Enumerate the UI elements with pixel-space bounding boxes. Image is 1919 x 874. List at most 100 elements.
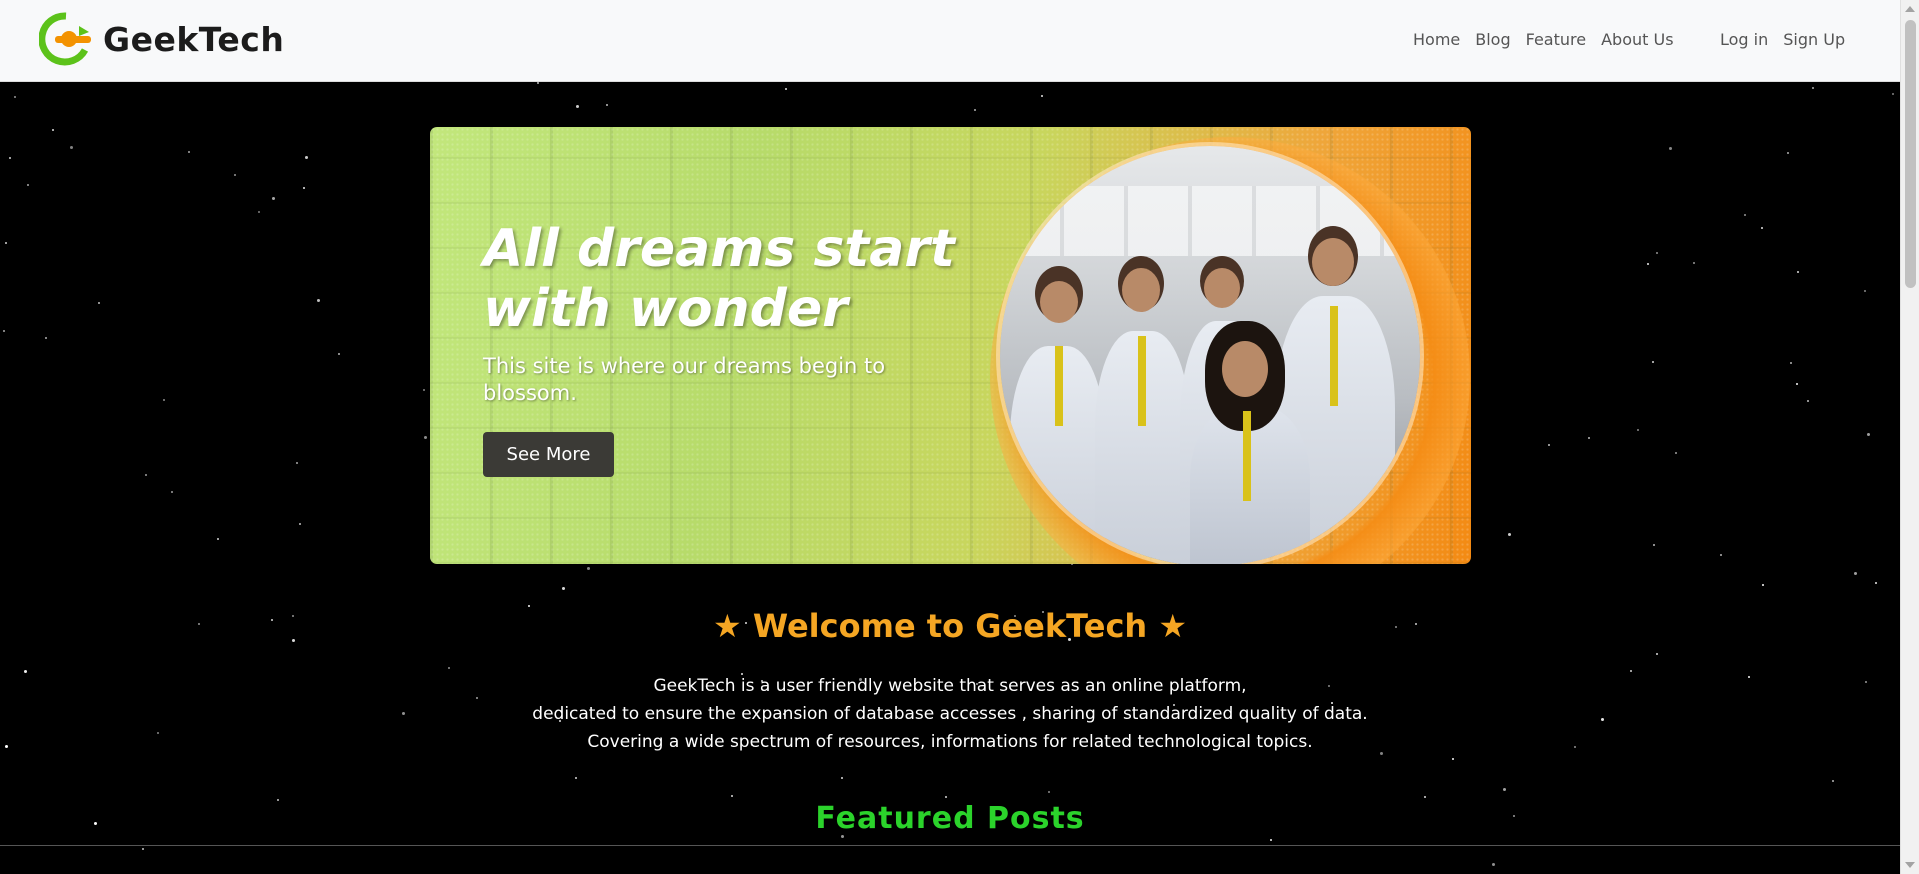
star xyxy=(1807,400,1809,402)
star xyxy=(3,330,5,332)
star xyxy=(1875,582,1877,584)
star xyxy=(1854,572,1857,575)
nav-home[interactable]: Home xyxy=(1413,30,1460,49)
nav-feature[interactable]: Feature xyxy=(1526,30,1586,49)
top-navbar: GeekTech Home Blog Feature About Us Log … xyxy=(0,0,1900,82)
star xyxy=(1812,87,1814,89)
nav-sign-up[interactable]: Sign Up xyxy=(1783,30,1845,49)
star xyxy=(5,242,7,244)
star xyxy=(537,82,539,84)
description-line: GeekTech is a user friendly website that… xyxy=(653,676,1247,696)
geektech-logo-icon xyxy=(38,12,93,66)
star xyxy=(1637,429,1639,431)
star xyxy=(145,474,147,476)
star xyxy=(1867,433,1870,436)
star xyxy=(70,146,73,149)
star xyxy=(1588,437,1590,439)
star xyxy=(1669,147,1672,150)
star xyxy=(1796,383,1798,385)
star xyxy=(1656,252,1658,254)
section-divider xyxy=(0,845,1900,846)
star xyxy=(45,337,47,339)
team-photo xyxy=(1000,146,1420,564)
star xyxy=(1492,863,1495,866)
featured-posts-title: Featured Posts xyxy=(815,801,1085,836)
star xyxy=(299,523,301,525)
star xyxy=(1762,584,1764,586)
star xyxy=(587,567,590,570)
star xyxy=(1787,152,1789,154)
star xyxy=(1693,262,1695,264)
star xyxy=(785,88,787,90)
description-line: Covering a wide spectrum of resources, i… xyxy=(587,732,1313,752)
auth-nav: Log in Sign Up xyxy=(1720,30,1860,49)
star xyxy=(841,777,843,779)
star xyxy=(338,353,340,355)
star xyxy=(731,795,733,797)
nav-blog[interactable]: Blog xyxy=(1475,30,1510,49)
star xyxy=(1508,533,1511,536)
star xyxy=(606,104,608,106)
star xyxy=(1892,93,1894,95)
star xyxy=(423,389,425,391)
scroll-up-icon[interactable] xyxy=(1905,6,1915,12)
star xyxy=(448,667,450,669)
welcome-description: GeekTech is a user friendly website that… xyxy=(0,672,1900,756)
welcome-title: ★ Welcome to GeekTech ★ xyxy=(712,607,1188,645)
star xyxy=(1797,271,1799,273)
star xyxy=(1675,452,1677,454)
star xyxy=(98,302,100,304)
star xyxy=(1653,544,1655,546)
hero-title: All dreams start with wonder xyxy=(483,219,955,339)
star xyxy=(1041,95,1043,97)
star xyxy=(1744,214,1746,216)
star xyxy=(234,174,236,176)
description-line: dedicated to ensure the expansion of dat… xyxy=(532,704,1368,724)
star xyxy=(52,129,54,131)
star xyxy=(576,105,579,108)
main-nav: Home Blog Feature About Us xyxy=(1413,30,1689,49)
star xyxy=(1452,758,1454,760)
see-more-button[interactable]: See More xyxy=(483,432,614,477)
star xyxy=(14,96,16,98)
star xyxy=(1761,227,1763,229)
scroll-down-icon[interactable] xyxy=(1905,862,1915,868)
star xyxy=(188,151,190,153)
star xyxy=(974,109,976,111)
star xyxy=(1548,444,1550,446)
star xyxy=(217,538,219,540)
page-scrollbar[interactable] xyxy=(1900,0,1919,874)
star xyxy=(1270,839,1272,841)
brand[interactable]: GeekTech xyxy=(38,12,285,66)
scroll-thumb[interactable] xyxy=(1905,20,1916,288)
star xyxy=(163,399,165,401)
star xyxy=(575,777,577,779)
star xyxy=(317,299,320,302)
star xyxy=(1720,554,1722,556)
star xyxy=(303,187,305,189)
nav-about-us[interactable]: About Us xyxy=(1601,30,1673,49)
star xyxy=(945,796,947,798)
star xyxy=(171,491,173,493)
star xyxy=(1656,653,1658,655)
star xyxy=(1832,780,1834,782)
star xyxy=(9,157,11,159)
star xyxy=(1864,290,1866,292)
star xyxy=(1652,361,1654,363)
star xyxy=(1503,788,1506,791)
star xyxy=(1048,791,1050,793)
brand-name: GeekTech xyxy=(103,19,285,59)
star xyxy=(1424,796,1426,798)
nav-log-in[interactable]: Log in xyxy=(1720,30,1768,49)
star xyxy=(1790,362,1792,364)
star xyxy=(258,211,260,213)
star xyxy=(562,587,565,590)
star xyxy=(296,462,298,464)
hero-subtitle: This site is where our dreams begin to b… xyxy=(483,354,886,405)
star xyxy=(272,197,275,200)
star xyxy=(424,436,427,439)
star xyxy=(142,848,144,850)
star xyxy=(305,156,308,159)
hero-banner: All dreams start with wonder This site i… xyxy=(430,127,1471,564)
star xyxy=(27,184,29,186)
